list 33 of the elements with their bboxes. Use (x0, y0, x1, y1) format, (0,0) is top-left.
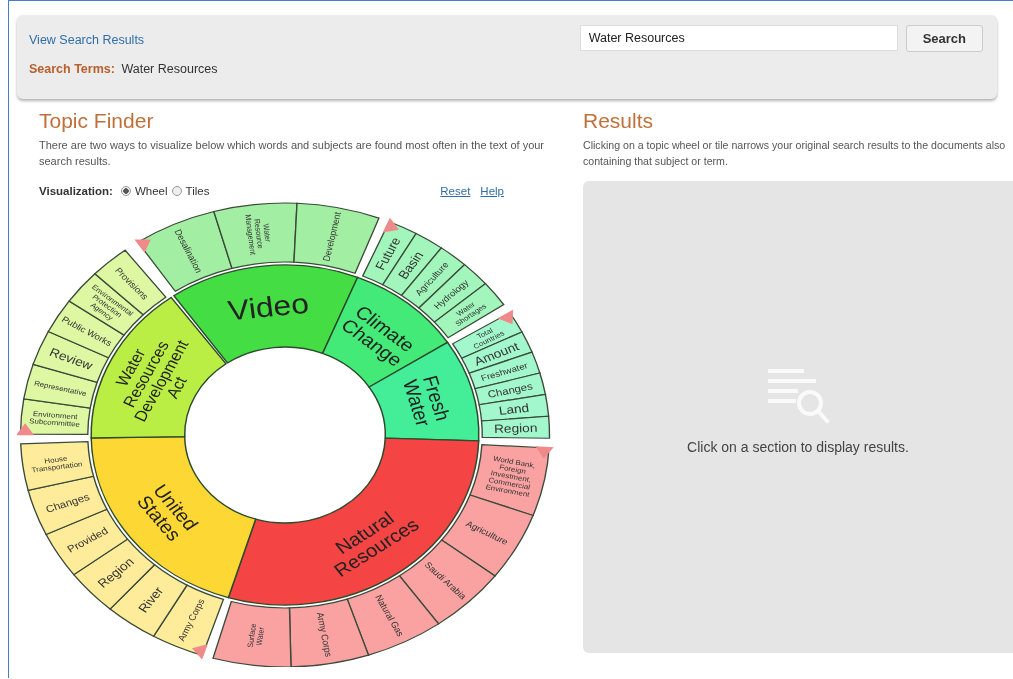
topic-finder-description: There are two ways to visualize below which words and subjects are found most often in the text of your search results. (39, 138, 546, 169)
results-description: Clicking on a topic wheel or tile narrows your original search results to the documents also containing that subject or term. (583, 138, 1007, 169)
toolbar-link[interactable]: Reset (440, 185, 471, 197)
search-button[interactable]: Search (905, 25, 983, 52)
toolbar-link[interactable]: Help (480, 185, 504, 197)
empty-results-message: Click on a section to display results. (687, 439, 909, 455)
segment-label: Land (497, 400, 531, 418)
wheel-segment[interactable] (213, 202, 298, 269)
segment-label: Army Corps (314, 611, 334, 658)
marker-icon (191, 644, 208, 660)
segment-label: Region (493, 420, 538, 436)
marker-icon (134, 239, 151, 253)
radio-label[interactable]: Tiles (185, 185, 210, 197)
results-title: Results (583, 109, 655, 133)
marker-icon (497, 309, 514, 325)
wheel-segment[interactable] (20, 441, 95, 491)
segment-label: Changes (43, 490, 92, 515)
view-search-results-link[interactable]: View Search Results (29, 33, 145, 47)
search-terms-value: Water Resources (121, 62, 218, 76)
visualization-label: Visualization: (39, 185, 113, 197)
segment-label: Fresh Water (398, 373, 455, 429)
search-field[interactable]: Water Resources (579, 25, 898, 51)
topic-finder-title: Topic Finder (39, 109, 155, 133)
wheel-segment[interactable] (288, 598, 370, 667)
search-terms-label: Search Terms: (29, 62, 115, 76)
segment-label: Changes (486, 380, 534, 400)
radio-button[interactable] (171, 186, 182, 196)
wheel-segment[interactable] (212, 600, 292, 667)
radio-label[interactable]: Wheel (134, 185, 168, 197)
radio-button[interactable] (120, 186, 131, 196)
marker-icon (535, 446, 554, 459)
segment-label: Army Corps (176, 597, 207, 643)
segment-label: Video (226, 287, 311, 327)
